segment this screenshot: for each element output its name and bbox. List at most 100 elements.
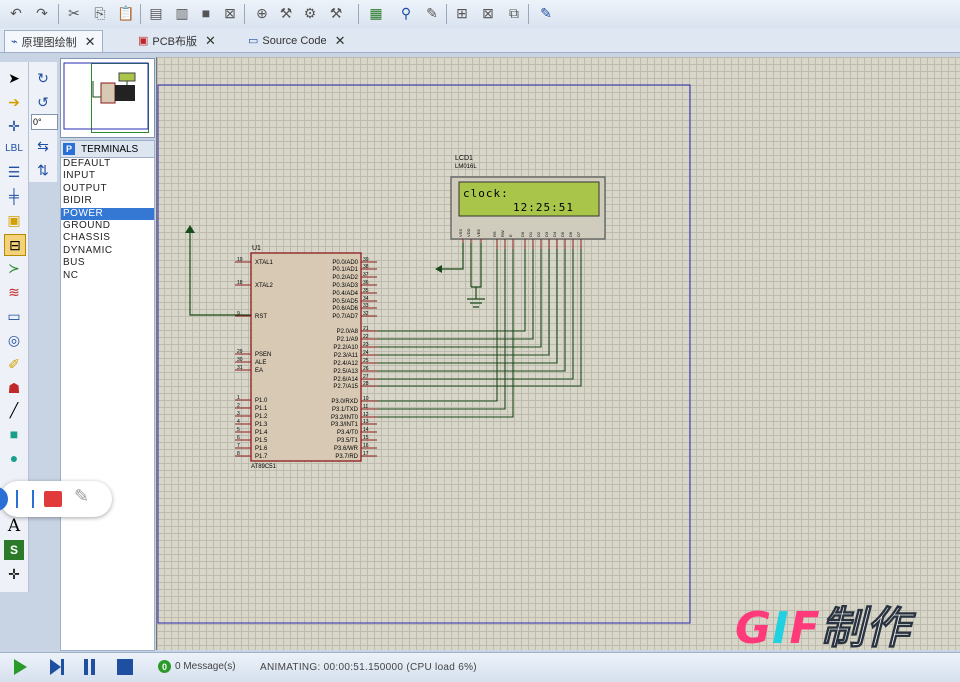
line-icon[interactable]: ╱: [4, 400, 24, 420]
device-pins-icon[interactable]: ≻: [4, 258, 24, 278]
mcu-pin-label: P0.7/AD7: [332, 314, 358, 320]
mcu-pin-label: P1.5: [255, 438, 268, 444]
list-item[interactable]: INPUT: [61, 170, 154, 182]
decompose-icon[interactable]: ⚒: [326, 3, 346, 23]
text-script-icon[interactable]: ☰: [4, 162, 24, 182]
mcu-pin-number: 19: [237, 257, 243, 263]
toolbar-separator: [244, 4, 245, 24]
copy-icon[interactable]: ⎘: [90, 3, 110, 23]
property-tool-icon[interactable]: ✎: [422, 3, 442, 23]
wire-label-icon[interactable]: LBL: [4, 138, 24, 158]
make-device-icon[interactable]: ⚒: [276, 3, 296, 23]
stop-icon[interactable]: [117, 659, 133, 675]
overview-window[interactable]: [60, 58, 155, 138]
list-item[interactable]: BIDIR: [61, 195, 154, 207]
mcu-pin-number: 2: [237, 403, 240, 409]
block-copy-icon[interactable]: ▤: [146, 3, 166, 23]
terminals-mode-icon[interactable]: ⊟: [4, 234, 26, 256]
pick-button[interactable]: P: [63, 143, 75, 155]
remove-sheet-icon[interactable]: ⊠: [478, 3, 498, 23]
list-item[interactable]: NC: [61, 270, 154, 282]
block-delete-icon[interactable]: ⊠: [220, 3, 240, 23]
play-icon[interactable]: [14, 659, 27, 675]
pause-icon[interactable]: [84, 659, 88, 675]
new-sheet-icon[interactable]: ⊞: [452, 3, 472, 23]
tab-schematic[interactable]: ⌁ 原理图绘制 ✕: [4, 30, 103, 52]
list-item[interactable]: OUTPUT: [61, 183, 154, 195]
tab-source-code[interactable]: ▭ Source Code ✕: [242, 30, 352, 51]
code-icon: ▭: [248, 35, 259, 47]
mcu-pin-number: 10: [363, 396, 369, 402]
tape-recorder-icon[interactable]: ▭: [4, 306, 24, 326]
watermark-letter: I: [772, 603, 790, 654]
terminals-list[interactable]: DEFAULT INPUT OUTPUT BIDIR POWER GROUND …: [60, 157, 155, 651]
mcu-pin-label: P3.1/TXD: [332, 407, 359, 413]
mirror-y-icon[interactable]: ⇅: [33, 160, 53, 180]
block-move-icon[interactable]: ▥: [172, 3, 192, 23]
text-icon[interactable]: A: [4, 516, 24, 536]
stop-recording-icon[interactable]: [44, 491, 62, 507]
search-icon[interactable]: ⚲: [396, 3, 416, 23]
lcd-part: LM016L: [455, 164, 477, 170]
close-icon[interactable]: ✕: [205, 33, 216, 49]
lcd-pin-label: RW: [500, 230, 505, 237]
wire-autorouter-icon[interactable]: ▦: [366, 3, 386, 23]
marker-icon[interactable]: ✛: [4, 564, 24, 584]
pause-recording-icon[interactable]: [16, 490, 34, 508]
watermark-letter: G: [735, 603, 773, 654]
cut-icon[interactable]: ✂: [64, 3, 84, 23]
close-icon[interactable]: ✕: [85, 34, 96, 50]
subcircuit-icon[interactable]: ▣: [4, 210, 24, 230]
rotation-angle-field[interactable]: 0°: [31, 114, 58, 130]
mcu-pin-label: PSEN: [255, 352, 271, 358]
tab-pcb[interactable]: ▣ PCB布版 ✕: [132, 30, 222, 51]
pen-icon[interactable]: ✎: [74, 486, 89, 507]
redo-icon[interactable]: ↷: [32, 3, 52, 23]
symbol-icon[interactable]: S: [4, 540, 24, 560]
bom-report-icon[interactable]: ✎: [536, 3, 556, 23]
lcd-ref: LCD1: [455, 155, 473, 162]
lcd-pin-label: E: [508, 234, 513, 237]
list-item[interactable]: GROUND: [61, 220, 154, 232]
graph-mode-icon[interactable]: ≋: [4, 282, 24, 302]
mcu-pin-number: 15: [363, 435, 369, 441]
component-mode-icon[interactable]: ➔: [4, 92, 24, 112]
list-item[interactable]: BUS: [61, 257, 154, 269]
mcu-pin-number: 3: [237, 411, 240, 417]
list-item[interactable]: DEFAULT: [61, 158, 154, 170]
mcu-pin-label: P1.7: [255, 454, 268, 460]
mcu-pin-number: 23: [363, 342, 369, 348]
message-indicator[interactable]: 0 0 Message(s): [158, 660, 236, 673]
mirror-x-icon[interactable]: ⇆: [33, 136, 53, 156]
watermark-letter: F: [789, 603, 821, 654]
block-rotate-icon[interactable]: ■: [196, 3, 216, 23]
recorder-handle[interactable]: [0, 487, 8, 511]
close-icon[interactable]: ✕: [335, 33, 346, 49]
rotate-anticlockwise-icon[interactable]: ↺: [33, 92, 53, 112]
mcu-pin-label: P3.6/WR: [334, 446, 359, 452]
schematic-canvas[interactable]: U1 AT89C51 19 XTAL1 18 XTAL2 9 RST 29 PSEN 30 ALE…: [156, 57, 960, 650]
package-tool-icon[interactable]: ⚙: [300, 3, 320, 23]
selection-mode-icon[interactable]: ➤: [4, 68, 24, 88]
list-item[interactable]: CHASSIS: [61, 232, 154, 244]
virtual-instrument-icon[interactable]: ☗: [4, 378, 24, 398]
toolbar-separator: [446, 4, 447, 24]
junction-dot-icon[interactable]: ✛: [4, 116, 24, 136]
step-icon[interactable]: [50, 659, 61, 675]
goto-sheet-icon[interactable]: ⧉: [504, 3, 524, 23]
lcd-line-2: 12:25:51: [513, 201, 574, 214]
mcu-pin-label: P2.6/A14: [333, 377, 358, 383]
voltage-probe-icon[interactable]: ✐: [4, 354, 24, 374]
generator-icon[interactable]: ◎: [4, 330, 24, 350]
list-item[interactable]: DYNAMIC: [61, 245, 154, 257]
circle-icon[interactable]: ●: [4, 448, 24, 468]
bus-wire: [377, 249, 558, 364]
box-icon[interactable]: ■: [4, 424, 24, 444]
list-item-selected[interactable]: POWER: [61, 207, 154, 220]
tab-label: 原理图绘制: [21, 36, 77, 49]
paste-icon[interactable]: 📋: [116, 3, 136, 23]
bus-mode-icon[interactable]: ╪: [4, 186, 24, 206]
pick-device-icon[interactable]: ⊕: [252, 3, 272, 23]
undo-icon[interactable]: ↶: [6, 3, 26, 23]
rotate-clockwise-icon[interactable]: ↻: [33, 68, 53, 88]
